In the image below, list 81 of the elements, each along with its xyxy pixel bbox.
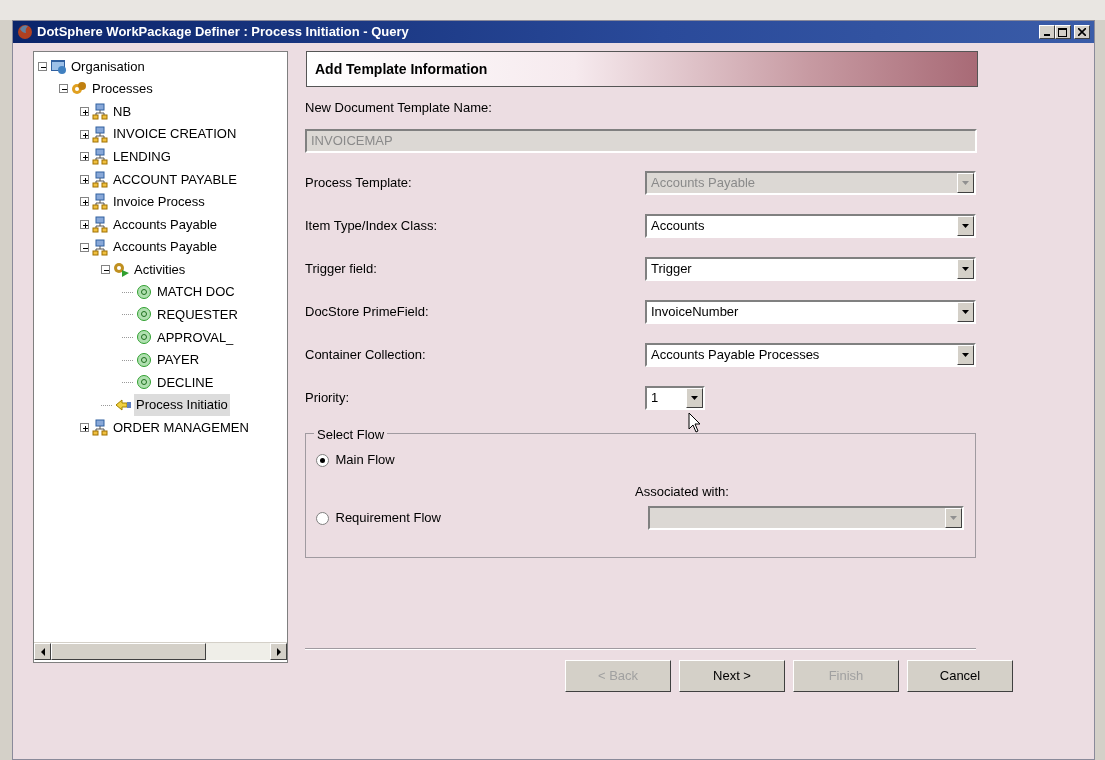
expand-icon[interactable] bbox=[80, 129, 89, 139]
wizard-button[interactable]: Cancel bbox=[907, 660, 1013, 692]
expand-icon[interactable] bbox=[80, 174, 89, 184]
activity-icon bbox=[136, 328, 152, 346]
tree-item[interactable]: PAYER bbox=[155, 349, 202, 371]
organisation-icon bbox=[50, 57, 66, 75]
expand-icon[interactable] bbox=[80, 219, 89, 229]
wizard-button[interactable]: Next > bbox=[679, 660, 785, 692]
tree-item[interactable]: APPROVAL_ bbox=[155, 326, 236, 349]
hierarchy-icon bbox=[92, 170, 108, 188]
caret-icon bbox=[691, 395, 698, 400]
radio-button[interactable] bbox=[316, 511, 329, 525]
tree-item[interactable]: MATCH DOC bbox=[155, 281, 237, 303]
tree-item[interactable]: ACCOUNT PAYABLE bbox=[111, 168, 239, 190]
tree-item[interactable]: Accounts Payable bbox=[111, 213, 220, 236]
left-arrow-icon bbox=[39, 647, 46, 656]
expand-icon[interactable] bbox=[80, 423, 89, 433]
mouse-pointer-icon bbox=[688, 412, 702, 434]
caret-icon bbox=[962, 180, 969, 185]
right-arrow-icon bbox=[275, 647, 282, 656]
collapse-icon[interactable] bbox=[59, 84, 68, 94]
radio-button[interactable] bbox=[316, 453, 329, 467]
tree-item[interactable]: LENDING bbox=[111, 145, 173, 168]
dropdown[interactable]: Trigger bbox=[645, 256, 976, 281]
arrow-icon bbox=[115, 396, 131, 414]
radio-label[interactable]: Main Flow bbox=[335, 450, 395, 470]
hierarchy-icon bbox=[92, 125, 108, 143]
tree-item[interactable]: Organisation bbox=[69, 55, 147, 78]
tree-item[interactable]: Processes bbox=[90, 78, 155, 100]
horizontal-scrollbar[interactable] bbox=[34, 642, 287, 660]
expand-icon[interactable] bbox=[80, 107, 89, 116]
hierarchy-icon bbox=[92, 215, 108, 233]
dropdown[interactable]: Accounts bbox=[645, 213, 976, 238]
collapse-icon[interactable] bbox=[101, 265, 110, 275]
tree-item[interactable]: ORDER MANAGEMEN bbox=[111, 417, 251, 439]
hierarchy-icon bbox=[92, 193, 108, 211]
caret-icon bbox=[962, 223, 969, 228]
window-title: DotSphere WorkPackage Definer : Process Initiation - Query bbox=[37, 23, 409, 42]
caret-icon bbox=[962, 309, 969, 314]
caret-icon bbox=[962, 352, 969, 357]
close-button[interactable] bbox=[1074, 25, 1090, 39]
activity-icon bbox=[136, 374, 152, 392]
field-label: Associated with: bbox=[635, 484, 729, 499]
field-label: DocStore PrimeField: bbox=[305, 302, 430, 321]
field-label: Item Type/Index Class: bbox=[305, 216, 438, 235]
field-label: Container Collection: bbox=[305, 345, 427, 364]
tree-item[interactable]: Process Initiatio bbox=[134, 394, 230, 416]
tree-item[interactable]: Activities bbox=[132, 258, 188, 281]
dropdown[interactable]: Accounts Payable Processes bbox=[645, 342, 976, 367]
collapse-icon[interactable] bbox=[38, 61, 47, 71]
maximize-icon bbox=[1058, 27, 1068, 37]
minimize-button[interactable] bbox=[1038, 25, 1055, 39]
dropdown[interactable]: InvoiceNumber bbox=[645, 299, 976, 324]
tree-item[interactable]: DECLINE bbox=[155, 371, 216, 394]
caret-icon bbox=[950, 516, 957, 520]
expand-icon[interactable] bbox=[80, 152, 89, 162]
expand-icon[interactable] bbox=[80, 197, 89, 207]
radio-label[interactable]: Requirement Flow bbox=[335, 508, 441, 528]
field-label: Trigger field: bbox=[305, 259, 378, 278]
activity-icon bbox=[136, 306, 152, 324]
hierarchy-icon bbox=[92, 148, 108, 166]
hierarchy-icon bbox=[92, 103, 108, 120]
activity-icon bbox=[136, 283, 152, 301]
activity-icon bbox=[136, 351, 152, 369]
caret-icon bbox=[962, 266, 969, 271]
tree-item[interactable]: NB bbox=[111, 100, 134, 123]
hierarchy-icon bbox=[92, 238, 108, 256]
tree-item[interactable]: Invoice Process bbox=[111, 191, 207, 213]
tree-item[interactable]: REQUESTER bbox=[155, 304, 240, 326]
close-icon bbox=[1078, 28, 1086, 36]
field-label: Priority: bbox=[305, 388, 351, 407]
tree-item[interactable]: Accounts Payable bbox=[111, 236, 220, 258]
hierarchy-icon bbox=[92, 419, 108, 437]
section-header: Add Template Information bbox=[306, 51, 978, 87]
globe-icon bbox=[17, 24, 33, 40]
tree-item[interactable]: INVOICE CREATION bbox=[111, 123, 239, 145]
field-label: New Document Template Name: bbox=[305, 99, 493, 118]
collapse-icon[interactable] bbox=[80, 242, 89, 252]
field-label: Process Template: bbox=[305, 173, 413, 192]
gear-arrow-icon bbox=[113, 261, 129, 279]
dropdown[interactable]: 1 bbox=[645, 385, 705, 410]
